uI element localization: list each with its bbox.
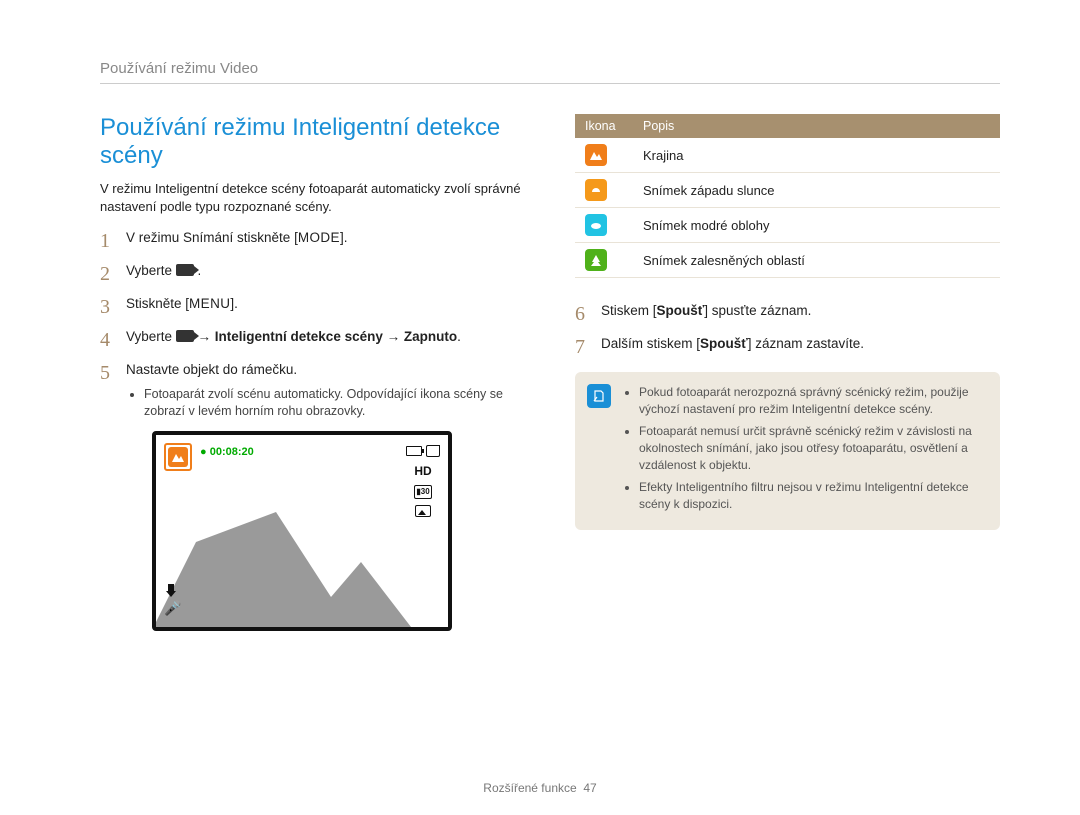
mic-icon: 🎤	[164, 599, 181, 619]
left-column: Používání režimu Inteligentní detekce sc…	[100, 114, 525, 645]
hand-shake-icon	[162, 581, 180, 599]
step-1: V režimu Snímání stiskněte [MODE].	[100, 229, 525, 248]
landscape-icon	[585, 144, 607, 166]
step-5-note: Fotoaparát zvolí scénu automaticky. Odpo…	[144, 386, 525, 421]
camera-preview-illustration: ● 00:08:20 HD ▮30 🎤	[152, 431, 452, 631]
forest-icon	[585, 249, 607, 271]
table-row: Krajina	[575, 138, 1000, 173]
video-mode-icon	[176, 264, 194, 276]
menu-button-label: MENU	[189, 296, 230, 311]
step-5: Nastavte objekt do rámečku. Fotoaparát z…	[100, 361, 525, 631]
two-column-layout: Používání režimu Inteligentní detekce sc…	[100, 114, 1000, 645]
right-column: Ikona Popis Krajina	[575, 114, 1000, 645]
table-row: Snímek zalesněných oblastí	[575, 243, 1000, 278]
mountains-illustration	[156, 487, 452, 627]
step-7: Dalším stiskem [Spoušť] záznam zastavíte…	[575, 335, 1000, 354]
page-title: Používání režimu Inteligentní detekce sc…	[100, 114, 525, 170]
hd-indicator: HD	[414, 463, 431, 480]
note-item: Efekty Inteligentního filtru nejsou v re…	[639, 479, 986, 514]
step-6: Stiskem [Spoušť] spusťte záznam.	[575, 302, 1000, 321]
instruction-steps: V režimu Snímání stiskněte [MODE]. Vyber…	[100, 229, 525, 630]
breadcrumb: Používání režimu Video	[100, 60, 1000, 77]
note-item: Fotoaparát nemusí určit správně scénický…	[639, 423, 986, 475]
step-4: Vyberte → Inteligentní detekce scény → Z…	[100, 328, 525, 347]
rec-timer: ● 00:08:20	[200, 445, 254, 460]
mode-button-label: MODE	[298, 230, 340, 245]
page-footer: Rozšířené funkce 47	[0, 781, 1080, 795]
intro-paragraph: V režimu Inteligentní detekce scény foto…	[100, 180, 525, 215]
table-row: Snímek modré oblohy	[575, 208, 1000, 243]
instruction-steps-cont: Stiskem [Spoušť] spusťte záznam. Dalším …	[575, 302, 1000, 354]
note-item: Pokud fotoaparát nerozpozná správný scén…	[639, 384, 986, 419]
th-icon: Ikona	[575, 114, 633, 138]
video-mode-icon	[176, 330, 194, 342]
bluesky-icon	[585, 214, 607, 236]
divider	[100, 83, 1000, 84]
manual-page: Používání režimu Video Používání režimu …	[0, 0, 1080, 675]
step-3: Stiskněte [MENU].	[100, 295, 525, 314]
th-desc: Popis	[633, 114, 1000, 138]
battery-icon	[406, 446, 422, 456]
sdcard-icon	[426, 445, 440, 457]
note-box: Pokud fotoaparát nerozpozná správný scén…	[575, 372, 1000, 530]
scene-icons-table: Ikona Popis Krajina	[575, 114, 1000, 278]
note-icon	[587, 384, 611, 408]
step-2: Vyberte .	[100, 262, 525, 281]
table-row: Snímek západu slunce	[575, 173, 1000, 208]
sunset-icon	[585, 179, 607, 201]
scene-detect-icon	[164, 443, 192, 471]
landscape-icon	[171, 450, 185, 464]
